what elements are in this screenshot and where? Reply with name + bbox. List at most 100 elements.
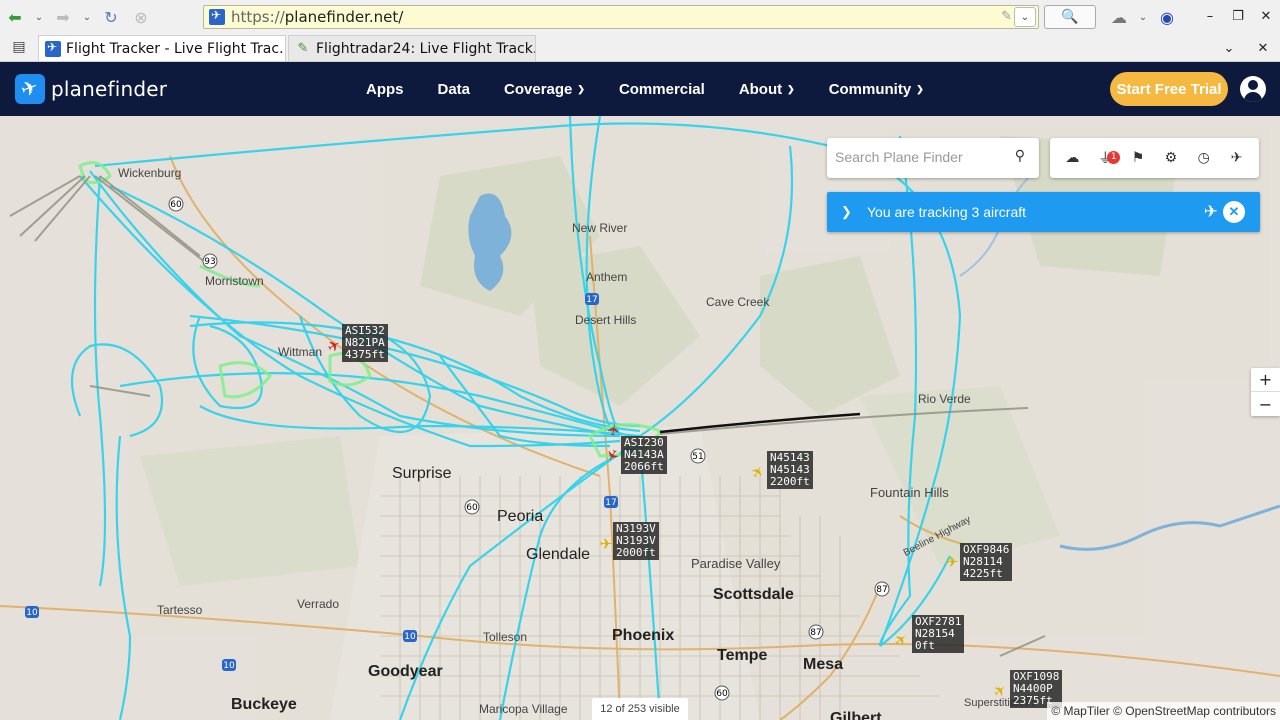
- tab-flightradar24[interactable]: ✎ Flightradar24: Live Flight Track...: [288, 35, 536, 61]
- filter-icon[interactable]: ⏚ 1: [1094, 147, 1121, 169]
- aircraft-yellow-icon[interactable]: ✈: [944, 554, 960, 570]
- flightradar-tab-icon: ✎: [297, 40, 309, 56]
- close-tracking-icon[interactable]: ✕: [1223, 201, 1245, 223]
- site-favicon-icon: [209, 8, 225, 25]
- place-surprise: Surprise: [392, 465, 452, 482]
- place-paradise-valley: Paradise Valley: [691, 556, 781, 571]
- nav-label: Community: [828, 80, 912, 98]
- chevron-down-icon: ❯: [577, 83, 585, 94]
- tab-overflow-chevron-icon[interactable]: ⌄: [1212, 34, 1246, 62]
- settings-gear-icon[interactable]: ⚙: [1160, 147, 1182, 169]
- nav-label: Commercial: [618, 80, 705, 98]
- expand-chevron-icon[interactable]: ❯: [841, 204, 861, 220]
- back-icon[interactable]: ⬅: [0, 2, 30, 32]
- forward-history-chevron-icon[interactable]: ⌄: [78, 2, 96, 32]
- nav-data[interactable]: Data: [438, 81, 471, 98]
- map-search-box: ⚲: [827, 138, 1039, 178]
- shield-87-text: 87: [876, 585, 887, 595]
- planefinder-logo[interactable]: planefinder: [15, 74, 167, 104]
- nav-about[interactable]: About ❯: [739, 81, 795, 98]
- aircraft-label-n45143[interactable]: N45143 N45143 2200ft: [767, 451, 813, 489]
- aircraft-label-asi230[interactable]: ASI230 N4143A 2066ft: [621, 436, 667, 474]
- restore-icon[interactable]: ❐: [1224, 2, 1252, 30]
- reload-icon[interactable]: ↻: [96, 2, 126, 32]
- place-cave-creek: Cave Creek: [706, 295, 770, 309]
- upload-cloud-icon[interactable]: ☁: [1061, 147, 1083, 169]
- extension-hat-icon[interactable]: ☁: [1104, 2, 1134, 32]
- magnifier-icon: 🔍: [1061, 9, 1079, 25]
- shield-60-text: 60: [170, 200, 182, 210]
- nav-commercial[interactable]: Commercial: [619, 81, 705, 98]
- minimize-icon[interactable]: –: [1196, 2, 1224, 30]
- toolbar-extensions: ☁ ⌄ ◉: [1104, 2, 1182, 32]
- browser-logo-icon[interactable]: ◉: [1152, 2, 1182, 32]
- extension-chevron-icon[interactable]: ⌄: [1134, 2, 1152, 32]
- shield-60c-text: 60: [716, 689, 728, 699]
- place-scottsdale: Scottsdale: [713, 586, 794, 603]
- close-window-icon[interactable]: ✕: [1252, 2, 1280, 30]
- map-attribution: © MapTiler © OpenStreetMap contributors: [1047, 702, 1280, 720]
- shield-60: 60: [168, 196, 184, 212]
- bookmark-icon[interactable]: ⚑: [1127, 147, 1149, 169]
- stop-icon[interactable]: ⊗: [126, 2, 156, 32]
- nav-community[interactable]: Community ❯: [829, 81, 924, 98]
- filter-count-badge: 1: [1107, 151, 1121, 164]
- shield-93: 93: [202, 253, 218, 269]
- back-history-chevron-icon[interactable]: ⌄: [30, 2, 48, 32]
- plane-logo-icon: [15, 74, 45, 104]
- ac-alt: 0ft: [915, 639, 935, 652]
- aircraft-label-asi532[interactable]: ASI532 N821PA 4375ft: [342, 324, 388, 362]
- nav-label: Apps: [366, 80, 404, 98]
- search-engine-button[interactable]: 🔍: [1044, 5, 1096, 29]
- tracking-banner[interactable]: ❯ You are tracking 3 aircraft ✈ ✕: [827, 192, 1260, 232]
- bookmark-pin-icon[interactable]: ✎: [1001, 9, 1012, 24]
- forward-icon[interactable]: ➡: [48, 2, 78, 32]
- url-host: planefinder.net/: [284, 8, 404, 26]
- url-history-dropdown-icon[interactable]: ⌄: [1014, 7, 1036, 27]
- tab-bar: ▤ Flight Tracker - Live Flight Trac... ✎…: [0, 34, 1280, 62]
- place-anthem: Anthem: [586, 270, 628, 284]
- zoom-out-button[interactable]: −: [1251, 392, 1280, 416]
- airport-plane-icon[interactable]: ✈: [1226, 147, 1248, 169]
- place-verrado: Verrado: [297, 597, 340, 611]
- shield-93-text: 93: [204, 257, 215, 267]
- place-desert-hills: Desert Hills: [575, 313, 637, 327]
- nav-coverage[interactable]: Coverage ❯: [504, 81, 585, 98]
- place-tartesso: Tartesso: [157, 603, 203, 617]
- url-text[interactable]: https://planefinder.net/: [231, 8, 403, 26]
- ac-alt: 2000ft: [616, 546, 656, 559]
- zoom-controls: + −: [1251, 368, 1280, 416]
- tracking-message: You are tracking 3 aircraft: [867, 204, 1027, 220]
- start-free-trial-button[interactable]: Start Free Trial: [1110, 72, 1228, 106]
- aircraft-yellow-icon[interactable]: ✈: [598, 536, 614, 552]
- history-clock-icon[interactable]: ◷: [1193, 147, 1215, 169]
- shield-17b-text: 17: [605, 498, 616, 508]
- aircraft-label-oxf2781[interactable]: OXF2781 N28154 0ft: [912, 615, 965, 653]
- search-icon[interactable]: ⚲: [1015, 148, 1025, 164]
- shield-17-south: 17: [604, 496, 618, 508]
- aircraft-label-n3193v[interactable]: N3193V N3193V 2000ft: [613, 522, 659, 560]
- main-nav: Apps Data Coverage ❯ Commercial About ❯ Co…: [366, 62, 958, 116]
- shield-60-west: 60: [464, 499, 480, 515]
- shield-87b-text: 87: [810, 628, 821, 638]
- map-search-input[interactable]: [835, 146, 1005, 168]
- place-tempe: Tempe: [717, 647, 768, 664]
- nav-apps[interactable]: Apps: [366, 81, 404, 98]
- ac-alt: 4225ft: [963, 567, 1003, 580]
- tab-bar-controls: ⌄ ✕: [1212, 34, 1280, 62]
- ac-alt: 4375ft: [345, 348, 385, 361]
- place-tolleson: Tolleson: [483, 630, 528, 644]
- nav-label: Data: [437, 80, 471, 98]
- chevron-down-icon: ❯: [916, 83, 924, 94]
- ac-alt: 2200ft: [770, 475, 810, 488]
- chevron-down-icon: ❯: [787, 83, 795, 94]
- tab-list-icon[interactable]: ▤: [0, 33, 38, 61]
- close-tab-icon[interactable]: ✕: [1246, 34, 1280, 62]
- place-maricopa-village: Maricopa Village: [479, 702, 568, 716]
- zoom-in-button[interactable]: +: [1251, 368, 1280, 392]
- aircraft-label-oxf9846[interactable]: OXF9846 N28114 4225ft: [960, 543, 1013, 581]
- tab-planefinder[interactable]: Flight Tracker - Live Flight Trac...: [38, 35, 286, 61]
- address-bar[interactable]: https://planefinder.net/ ✎ ⌄: [203, 5, 1039, 29]
- user-account-icon[interactable]: [1240, 76, 1266, 102]
- flight-map[interactable]: 60 93 17 51 60 17 10 10 87 87 60 10 Wick…: [0, 116, 1280, 720]
